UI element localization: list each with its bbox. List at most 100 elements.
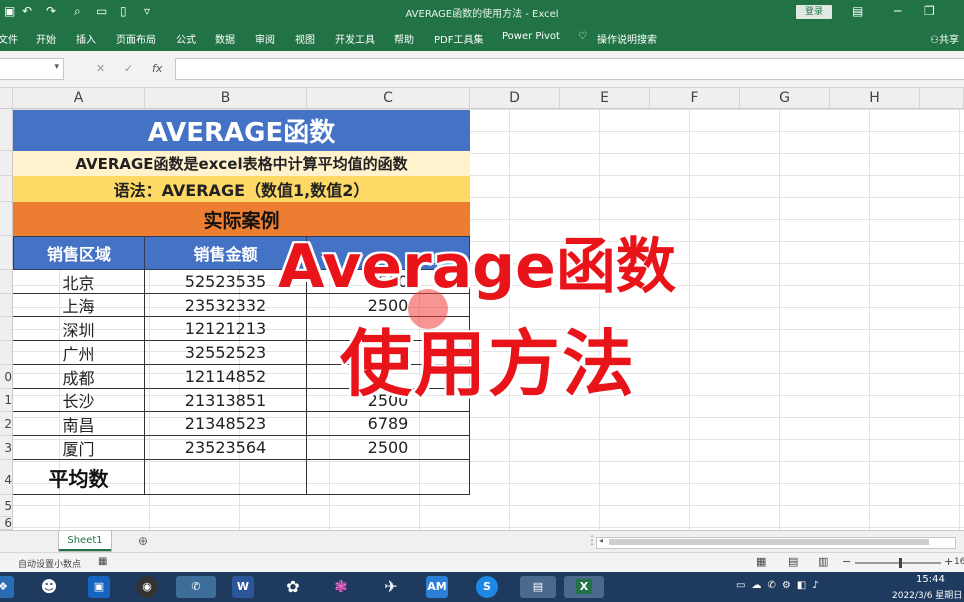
value-cell[interactable]: 6789 <box>306 412 470 436</box>
clock-time[interactable]: 15:44 <box>916 574 945 585</box>
row-header[interactable] <box>0 151 13 176</box>
add-sheet-icon[interactable]: ⊕ <box>138 534 148 548</box>
photo-icon[interactable]: ❃ <box>330 576 352 598</box>
tab-power-pivot[interactable]: Power Pivot <box>502 31 560 42</box>
table-description[interactable]: AVERAGE函数是excel表格中计算平均值的函数 <box>13 151 470 176</box>
amount-cell[interactable]: 21313851 <box>144 389 307 412</box>
zoom-slider[interactable] <box>855 558 941 568</box>
average-amount-cell[interactable] <box>144 460 307 495</box>
page-layout-view-icon[interactable]: ▤ <box>788 555 798 568</box>
row-header[interactable] <box>0 202 13 236</box>
app-m-icon[interactable]: ▣ <box>88 576 110 598</box>
tab-developer[interactable]: 开发工具 <box>335 31 375 46</box>
tab-help[interactable]: 帮助 <box>394 31 414 46</box>
row-header[interactable]: 2 <box>0 412 13 436</box>
excel-icon[interactable]: X <box>564 576 604 598</box>
table-title[interactable]: AVERAGE函数 <box>13 110 470 151</box>
macro-record-icon[interactable]: ▦ <box>98 556 107 567</box>
insert-function-icon[interactable]: fx <box>152 62 162 75</box>
amount-cell[interactable]: 21348523 <box>144 412 307 436</box>
column-header-i[interactable] <box>920 88 964 109</box>
row-header[interactable]: 5 <box>0 495 13 517</box>
restore-icon[interactable]: ❐ <box>924 4 935 18</box>
horizontal-scrollbar[interactable]: ◂ <box>596 536 956 549</box>
row-header[interactable]: 1 <box>0 389 13 412</box>
login-button[interactable]: 登录 <box>796 5 832 19</box>
formula-input[interactable] <box>175 58 964 80</box>
start-icon[interactable]: ❖ <box>0 576 14 598</box>
sheet-tab-sheet1[interactable]: Sheet1 <box>58 531 112 552</box>
row-header[interactable] <box>0 270 13 294</box>
average-label[interactable]: 平均数 <box>13 460 145 495</box>
minimize-icon[interactable]: ─ <box>894 4 901 18</box>
ribbon-display-icon[interactable]: ▤ <box>852 4 863 18</box>
column-header-g[interactable]: G <box>740 88 830 109</box>
select-all-corner[interactable] <box>0 88 13 109</box>
region-cell[interactable]: 南昌 <box>13 412 145 436</box>
tab-review[interactable]: 审阅 <box>255 31 275 46</box>
tab-pdf-tools[interactable]: PDF工具集 <box>434 31 483 46</box>
row-header[interactable]: 6 <box>0 517 13 530</box>
tell-me-search[interactable]: 操作说明搜索 <box>597 31 657 46</box>
share-button[interactable]: ⚇共享 <box>930 31 959 46</box>
row-header[interactable] <box>0 109 13 151</box>
scroll-left-icon[interactable]: ◂ <box>599 536 603 545</box>
row-header[interactable] <box>0 236 13 270</box>
amount-cell[interactable]: 23523564 <box>144 436 307 460</box>
s-app-icon[interactable]: S <box>476 576 498 598</box>
column-header-c[interactable]: C <box>307 88 470 109</box>
amount-cell[interactable]: 12114852 <box>144 365 307 389</box>
column-header-d[interactable]: D <box>470 88 560 109</box>
zoom-in-icon[interactable]: + <box>944 555 953 568</box>
tab-insert[interactable]: 插入 <box>76 31 96 46</box>
average-column-c-cell[interactable] <box>306 460 470 495</box>
enter-icon[interactable]: ✓ <box>124 62 133 75</box>
am-icon[interactable]: AM <box>426 576 448 598</box>
amount-cell[interactable]: 12121213 <box>144 317 307 341</box>
tab-home[interactable]: 开始 <box>36 31 56 46</box>
wechat-icon[interactable]: ✆ <box>176 576 216 598</box>
row-header[interactable]: 4 <box>0 460 13 495</box>
media-icon[interactable]: ◉ <box>136 576 158 598</box>
region-cell[interactable]: 长沙 <box>13 389 145 412</box>
name-box[interactable]: ▾ <box>0 58 64 80</box>
zoom-level[interactable]: 16 <box>954 557 964 567</box>
bird-icon[interactable]: ✈ <box>380 576 402 598</box>
tab-formulas[interactable]: 公式 <box>176 31 196 46</box>
value-cell[interactable]: 2500 <box>306 436 470 460</box>
row-header[interactable] <box>0 294 13 317</box>
column-header-e[interactable]: E <box>560 88 650 109</box>
row-header[interactable]: 3 <box>0 436 13 460</box>
qq-icon[interactable]: ☻ <box>38 576 60 598</box>
clock-date[interactable]: 2022/3/6 星期日 <box>892 588 962 601</box>
cancel-icon[interactable]: ✕ <box>96 62 105 75</box>
region-cell[interactable]: 厦门 <box>13 436 145 460</box>
column-header-f[interactable]: F <box>650 88 740 109</box>
word-icon[interactable]: W <box>232 576 254 598</box>
region-cell[interactable]: 深圳 <box>13 317 145 341</box>
tab-data[interactable]: 数据 <box>215 31 235 46</box>
cloud-icon[interactable]: ✿ <box>282 576 304 598</box>
column-header-a[interactable]: A <box>13 88 145 109</box>
zoom-slider-thumb[interactable] <box>899 558 902 568</box>
normal-view-icon[interactable]: ▦ <box>756 555 766 568</box>
column-header-b[interactable]: B <box>145 88 307 109</box>
tab-page-layout[interactable]: 页面布局 <box>116 31 156 46</box>
region-cell[interactable]: 广州 <box>13 341 145 365</box>
tray-icons[interactable]: ▭☁✆⚙◧♪ <box>736 580 825 591</box>
row-header[interactable]: 0 <box>0 365 13 389</box>
row-header[interactable] <box>0 341 13 365</box>
page-break-view-icon[interactable]: ▥ <box>818 555 828 568</box>
region-cell[interactable]: 成都 <box>13 365 145 389</box>
region-cell[interactable]: 上海 <box>13 294 145 317</box>
row-header[interactable] <box>0 317 13 341</box>
header-region[interactable]: 销售区域 <box>13 236 145 270</box>
table-syntax[interactable]: 语法：AVERAGE（数值1,数值2） <box>13 176 470 202</box>
tab-view[interactable]: 视图 <box>295 31 315 46</box>
column-header-h[interactable]: H <box>830 88 920 109</box>
scrollbar-thumb[interactable] <box>609 539 929 545</box>
tab-file[interactable]: 文件 <box>0 31 18 46</box>
chevron-down-icon[interactable]: ▾ <box>54 62 59 72</box>
file-explorer-icon[interactable]: ▤ <box>520 576 556 598</box>
row-header[interactable] <box>0 176 13 202</box>
